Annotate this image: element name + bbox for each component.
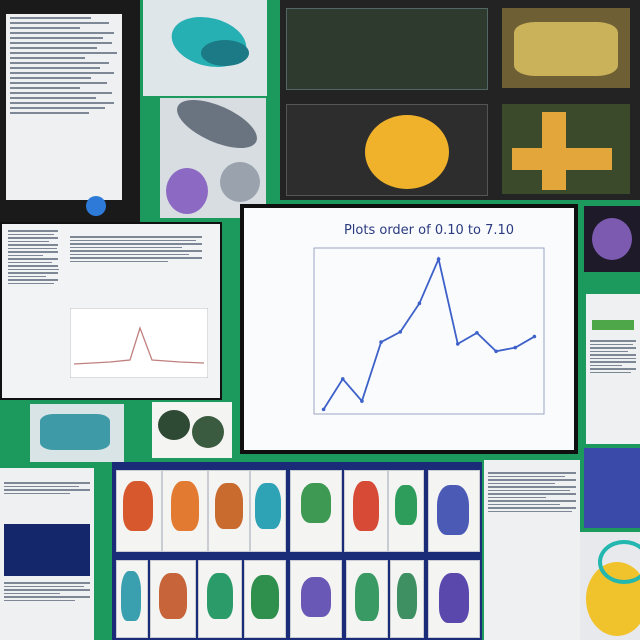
thumbnail-5 <box>290 470 342 552</box>
green-banner <box>592 320 634 330</box>
thumbnail-15 <box>390 560 424 638</box>
dark-green-shape-1 <box>158 410 190 440</box>
thumbnail-12 <box>244 560 286 638</box>
text-block-right <box>66 234 206 304</box>
purple-blob <box>592 218 632 260</box>
purple-shape <box>166 168 208 214</box>
text-column-left <box>4 228 62 388</box>
navy-box <box>4 524 90 576</box>
data-point <box>475 331 479 335</box>
document-panel-bottom-left <box>0 468 94 640</box>
monitor-grid-panel <box>280 0 640 200</box>
text-lines-bottom <box>0 580 94 636</box>
data-point <box>455 342 460 346</box>
thumbnail-10 <box>150 560 196 638</box>
document-panel-right <box>586 294 640 444</box>
photo-machine <box>30 404 124 462</box>
photo-purple-object <box>584 206 640 272</box>
teal-machine-shape <box>40 414 110 450</box>
photo-teal-object <box>143 0 267 96</box>
thumbnail-11 <box>198 560 242 638</box>
blue-spot-decoration <box>86 196 106 216</box>
monitor-screen-4 <box>502 104 630 194</box>
data-point <box>398 330 403 334</box>
orange-organ-shape <box>365 115 449 189</box>
data-point <box>513 345 518 350</box>
document-page <box>6 14 122 200</box>
thumbnail-16 <box>428 560 480 638</box>
photo-colorful-object <box>580 532 640 640</box>
monitor-screen-2 <box>502 8 630 88</box>
thumbnail-2 <box>162 470 208 552</box>
thumbnail-7 <box>388 470 424 552</box>
data-point <box>321 407 326 412</box>
main-chart-card: Plots order of 0.10 to 7.10 <box>240 204 578 454</box>
document-panel-bottom-right <box>484 460 580 640</box>
thumbnail-8 <box>428 470 480 552</box>
thumbnail-6 <box>344 470 388 552</box>
plot-frame <box>313 247 545 415</box>
yellow-bar-shape-2 <box>512 148 612 170</box>
thumbnail-3 <box>208 470 250 552</box>
dark-green-shape-2 <box>192 416 224 448</box>
thumbnail-9 <box>116 560 148 638</box>
data-point <box>360 399 364 403</box>
data-point <box>379 340 383 344</box>
thumbnail-13 <box>290 560 342 638</box>
data-point <box>436 257 441 261</box>
monitor-screen-1 <box>286 8 488 90</box>
document-panel-mid-left <box>0 222 222 400</box>
series-line <box>322 256 535 410</box>
thumbnail-4 <box>250 470 286 552</box>
grey-fin-shape <box>170 98 264 158</box>
text-lines <box>586 338 640 438</box>
grey-detail-shape <box>220 162 260 202</box>
document-panel-top-left <box>0 0 140 222</box>
thumbnail-grid-panel <box>112 462 482 640</box>
chart-title: Plots order of 0.10 to 7.10 <box>344 223 514 238</box>
thumbnail-1 <box>116 470 162 552</box>
data-point <box>340 377 345 381</box>
data-point <box>417 301 422 306</box>
teal-shape-shadow <box>201 40 249 66</box>
navy-square <box>584 448 640 528</box>
data-point <box>532 334 537 339</box>
monitor-screen-3 <box>286 104 488 196</box>
thumbnail-14 <box>346 560 388 638</box>
small-peak-chart <box>70 308 208 378</box>
photo-fish-sketch <box>160 98 266 218</box>
chart-area: Plots order of 0.10 to 7.10 <box>244 208 574 450</box>
line-chart: Plots order of 0.10 to 7.10 <box>313 223 545 415</box>
yellow-mesh-shape <box>514 22 618 76</box>
text-lines <box>484 470 580 590</box>
data-point <box>494 349 498 354</box>
photo-dark-objects <box>152 402 232 458</box>
text-lines-top <box>0 480 94 520</box>
